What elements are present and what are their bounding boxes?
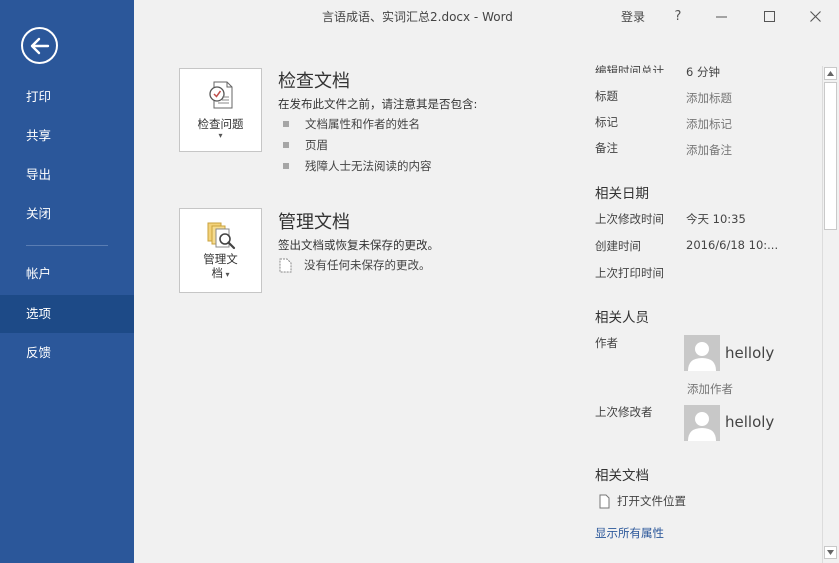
- title-label: 标题: [595, 89, 618, 103]
- avatar: [684, 405, 720, 441]
- sidebar-item-feedback[interactable]: 反馈: [0, 334, 134, 372]
- tags-label: 标记: [595, 115, 618, 129]
- manage-document-icon: [207, 222, 235, 250]
- person-icon: [688, 412, 716, 441]
- avatar: [684, 335, 720, 371]
- manage-document-title: 管理文档: [278, 212, 350, 233]
- person-icon: [688, 342, 716, 371]
- sidebar-item-account[interactable]: 帐户: [0, 255, 134, 293]
- edit-time-label: 编辑时间总计: [595, 64, 664, 73]
- sidebar-item-share[interactable]: 共享: [0, 117, 134, 155]
- last-modified-label: 上次修改时间: [595, 212, 664, 226]
- manage-document-label-line2: 档 ▾: [211, 266, 230, 280]
- document-icon: [599, 494, 610, 508]
- inspect-document-description: 在发布此文件之前，请注意其是否包含:: [278, 97, 478, 111]
- inspect-document-title: 检查文档: [278, 71, 350, 92]
- scroll-down-button[interactable]: [824, 546, 837, 559]
- back-button[interactable]: [21, 27, 58, 64]
- minimize-icon: [715, 16, 727, 17]
- restore-button[interactable]: [759, 6, 779, 26]
- check-for-issues-label: 检查问题: [197, 117, 244, 131]
- edit-time-value: 6 分钟: [686, 65, 720, 79]
- last-printed-label: 上次打印时间: [595, 266, 664, 280]
- dropdown-caret-icon: ▾: [222, 270, 230, 279]
- minimize-button[interactable]: [711, 6, 731, 26]
- scroll-up-button[interactable]: [824, 67, 837, 80]
- open-file-location-link[interactable]: 打开文件位置: [599, 493, 686, 509]
- last-modified-by-name[interactable]: helloly: [725, 413, 774, 431]
- manage-document-button[interactable]: 管理文 档 ▾: [179, 208, 262, 293]
- document-icon: [279, 258, 292, 272]
- created-label: 创建时间: [595, 239, 641, 253]
- help-button[interactable]: ?: [668, 6, 688, 26]
- title-bar: 言语成语、实词汇总2.docx - Word 登录 ?: [134, 0, 839, 32]
- related-dates-heading: 相关日期: [595, 186, 649, 202]
- chevron-down-icon: [827, 550, 834, 555]
- close-button[interactable]: [805, 6, 825, 26]
- author-label: 作者: [595, 336, 618, 350]
- created-value: 2016/6/18 10:...: [686, 238, 779, 252]
- comments-label: 备注: [595, 141, 618, 155]
- last-modified-value: 今天 10:35: [686, 212, 746, 226]
- restore-icon: [763, 10, 775, 22]
- sign-in-link[interactable]: 登录: [621, 8, 645, 25]
- author-name[interactable]: helloly: [725, 344, 774, 362]
- scrollbar-thumb[interactable]: [824, 82, 837, 230]
- backstage-sidebar: 打印 共享 导出 关闭 帐户 选项 反馈: [0, 0, 134, 563]
- manage-document-label-line1: 管理文: [203, 252, 238, 266]
- unsaved-changes-note: 没有任何未保存的更改。: [279, 257, 431, 273]
- sidebar-item-options[interactable]: 选项: [0, 295, 134, 333]
- chevron-up-icon: [827, 71, 834, 76]
- title-field[interactable]: 添加标题: [686, 90, 732, 106]
- list-item: 页眉: [283, 137, 328, 153]
- dropdown-caret-icon: ▾: [218, 131, 223, 140]
- close-icon: [809, 10, 821, 22]
- sidebar-item-close[interactable]: 关闭: [0, 195, 134, 233]
- bullet-icon: [283, 142, 289, 148]
- sidebar-item-export[interactable]: 导出: [0, 156, 134, 194]
- sidebar-divider: [26, 245, 108, 246]
- back-arrow-icon: [30, 37, 49, 54]
- inspect-document-icon: [208, 81, 232, 109]
- related-documents-heading: 相关文档: [595, 468, 649, 484]
- related-people-heading: 相关人员: [595, 310, 649, 326]
- bullet-icon: [283, 121, 289, 127]
- comments-field[interactable]: 添加备注: [686, 142, 732, 158]
- list-item: 残障人士无法阅读的内容: [283, 158, 432, 174]
- check-for-issues-button[interactable]: 检查问题 ▾: [179, 68, 262, 152]
- tags-field[interactable]: 添加标记: [686, 116, 732, 132]
- last-modified-by-label: 上次修改者: [595, 405, 653, 419]
- sidebar-item-print[interactable]: 打印: [0, 78, 134, 116]
- add-author-link[interactable]: 添加作者: [687, 381, 733, 397]
- list-item: 文档属性和作者的姓名: [283, 116, 420, 132]
- bullet-icon: [283, 163, 289, 169]
- window-title: 言语成语、实词汇总2.docx - Word: [322, 10, 513, 24]
- show-all-properties-link[interactable]: 显示所有属性: [595, 525, 664, 541]
- manage-document-description: 签出文档或恢复未保存的更改。: [278, 238, 439, 252]
